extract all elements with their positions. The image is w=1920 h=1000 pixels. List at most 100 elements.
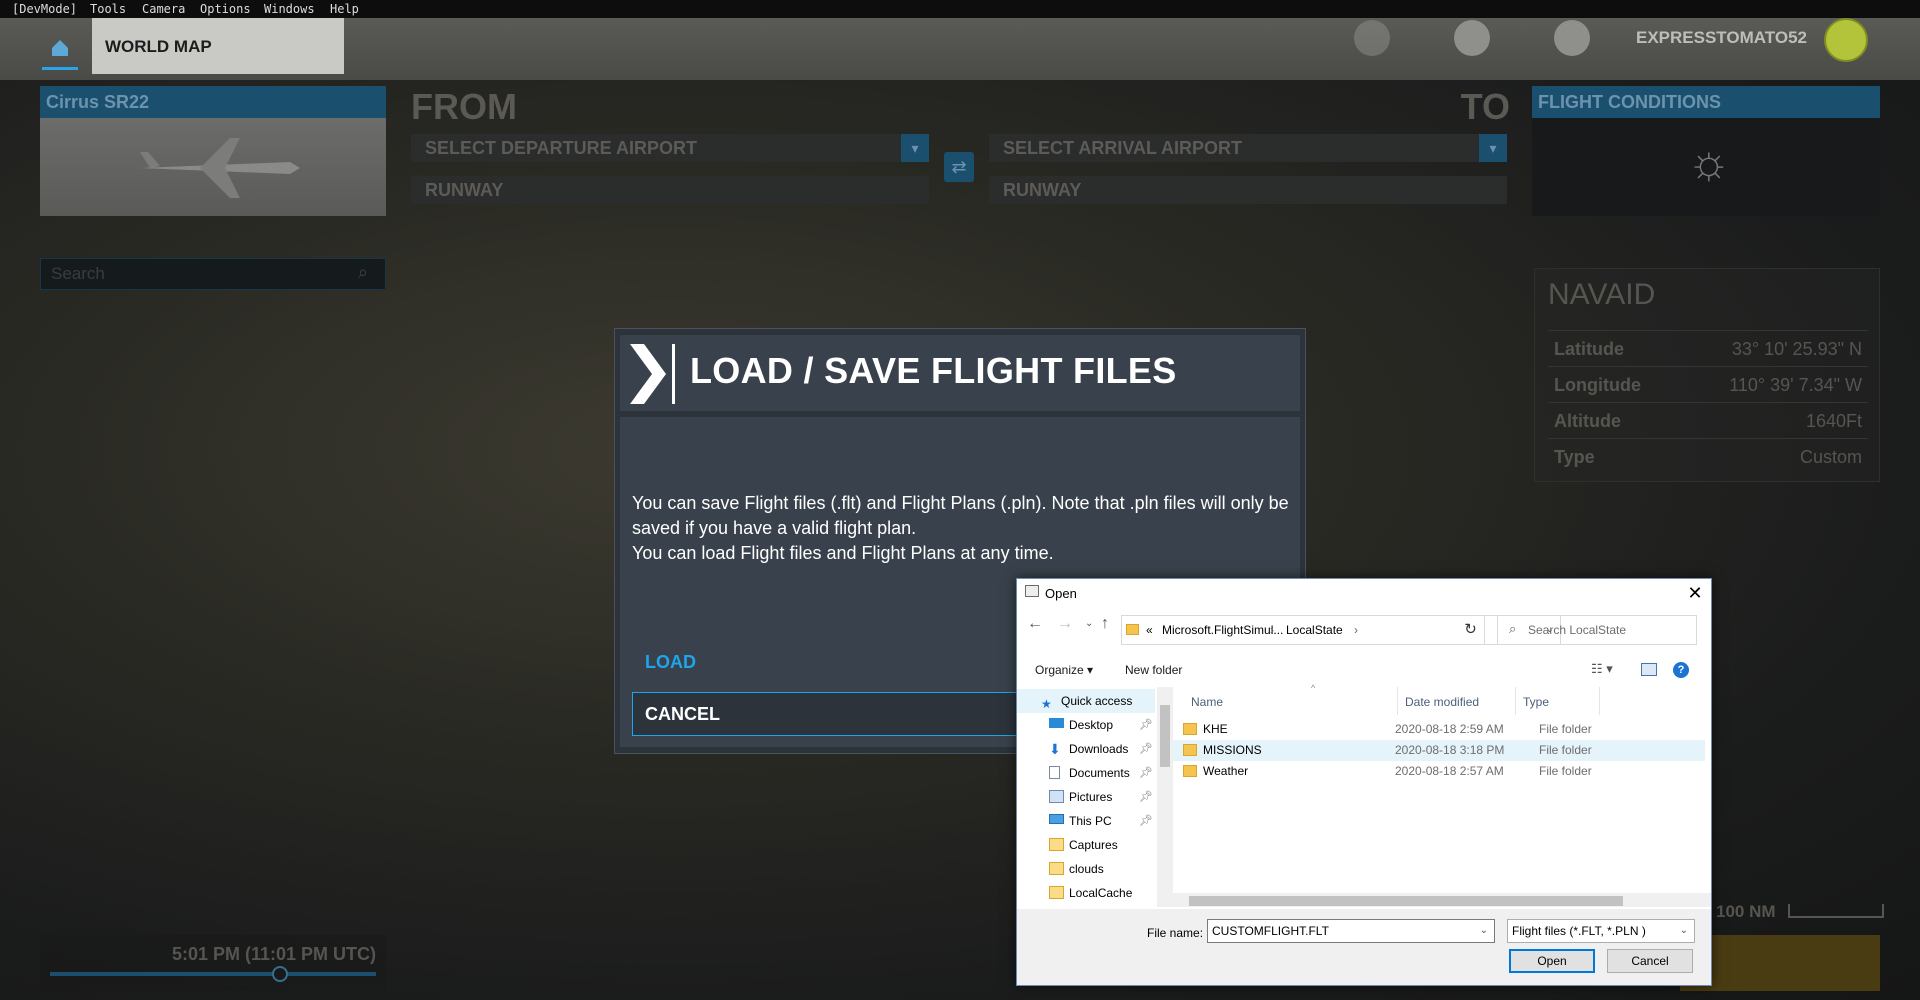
sidebar-item-label: Downloads [1069,742,1129,756]
column-header-type[interactable]: Type [1523,695,1549,709]
navigation-pane-scrollbar-thumb[interactable] [1160,705,1170,767]
file-type-select[interactable]: Flight files (*.FLT, *.PLN ) ⌄ [1507,919,1695,943]
sidebar-item-this-pc[interactable]: This PC 📌︎ [1017,809,1155,833]
pc-icon [1049,814,1064,824]
avatar[interactable] [1824,18,1868,62]
desktop-icon [1049,718,1064,728]
navaid-row: Latitude 33° 10' 25.93" N [1548,330,1868,366]
departure-dropdown-chevron-icon[interactable]: ▾ [901,134,929,162]
navaid-key: Type [1554,447,1595,467]
breadcrumb-segment[interactable]: LocalState [1286,616,1343,644]
friends-icon[interactable] [1354,20,1390,56]
devmenu-camera[interactable]: Camera [142,2,185,16]
pin-icon[interactable]: 📌︎ [1139,785,1153,809]
navaid-row: Altitude 1640Ft [1548,402,1868,438]
username[interactable]: EXPRESSTOMATO52 [1636,28,1807,48]
refresh-icon[interactable]: ↻ [1457,615,1485,645]
file-list-header: Name ^ Date modified Type [1173,683,1713,715]
sidebar-item-desktop[interactable]: Desktop 📌︎ [1017,713,1155,737]
cancel-button[interactable]: CANCEL [632,692,1032,736]
map-scale-bar [1788,904,1884,918]
breadcrumb-segment[interactable]: Microsoft.FlightSimul... [1162,616,1283,644]
file-type: File folder [1539,743,1592,757]
time-slider-thumb[interactable] [272,966,288,982]
search-localstate-input[interactable]: Search LocalState [1497,615,1697,645]
notifications-bell-icon[interactable] [1554,20,1590,56]
sidebar-item-clouds[interactable]: clouds [1017,857,1155,881]
back-arrow-icon[interactable]: ← [1027,615,1043,633]
dialog-app-icon [1025,585,1039,597]
close-icon[interactable]: ✕ [1681,581,1709,605]
file-row[interactable]: Weather 2020-08-18 2:57 AM File folder [1173,761,1705,782]
pin-icon[interactable]: 📌︎ [1139,809,1153,833]
open-button[interactable]: Open [1509,949,1595,973]
profile-icon[interactable] [1454,20,1490,56]
tab-world-map[interactable]: WORLD MAP [92,18,344,74]
navaid-value: Custom [1799,447,1862,467]
search-icon[interactable]: ⌕ [358,262,368,283]
airplane-icon [140,138,300,198]
to-label: TO [1460,86,1510,127]
departure-airport-select[interactable]: SELECT DEPARTURE AIRPORT [411,134,901,162]
folder-icon [1183,744,1197,756]
sidebar-item-pictures[interactable]: Pictures 📌︎ [1017,785,1155,809]
devmenu-options[interactable]: Options [200,2,251,16]
arrival-runway-select[interactable]: RUNWAY [989,176,1507,204]
load-button[interactable]: LOAD [645,652,696,673]
column-separator[interactable] [1397,687,1398,715]
aircraft-image [40,118,386,216]
address-bar[interactable]: « Microsoft.FlightSimul... › LocalState … [1121,615,1561,645]
column-separator[interactable] [1599,687,1600,715]
dev-menu-bar: [DevMode] Tools Camera Options Windows H… [0,0,1920,18]
devmenu-help[interactable]: Help [330,2,359,16]
dialog-cancel-button[interactable]: Cancel [1607,949,1693,973]
devmenu-devmode[interactable]: [DevMode] [12,2,77,16]
new-folder-button[interactable]: New folder [1125,663,1182,677]
file-name: MISSIONS [1203,743,1262,757]
file-row[interactable]: MISSIONS 2020-08-18 3:18 PM File folder [1173,740,1705,761]
devmenu-tools[interactable]: Tools [90,2,126,16]
devmenu-windows[interactable]: Windows [264,2,315,16]
column-header-name[interactable]: Name [1191,695,1223,709]
up-arrow-icon[interactable]: ↑ [1101,615,1109,633]
sidebar-item-localcache[interactable]: LocalCache [1017,881,1155,905]
column-header-date[interactable]: Date modified [1405,695,1479,709]
open-file-dialog: Open ✕ ← → ⌄ ↑ « Microsoft.FlightSimul..… [1016,578,1712,986]
flight-conditions-title[interactable]: FLIGHT CONDITIONS [1532,86,1880,118]
pin-icon[interactable]: 📌︎ [1139,761,1153,785]
home-button[interactable] [38,18,82,74]
chevron-down-icon[interactable]: ⌄ [1480,920,1488,942]
departure-runway-select[interactable]: RUNWAY [411,176,929,204]
home-active-underline [42,67,78,70]
file-row[interactable]: KHE 2020-08-18 2:59 AM File folder [1173,719,1705,740]
sidebar-item-captures[interactable]: Captures [1017,833,1155,857]
arrival-dropdown-chevron-icon[interactable]: ▾ [1479,134,1507,162]
sidebar-item-documents[interactable]: Documents 📌︎ [1017,761,1155,785]
sidebar-item-quick-access[interactable]: ★ Quick access [1017,689,1155,713]
pin-icon[interactable]: 📌︎ [1139,713,1153,737]
folder-icon [1183,765,1197,777]
column-separator[interactable] [1515,687,1516,715]
organize-menu[interactable]: Organize ▾ [1035,663,1093,677]
time-slider[interactable] [50,972,376,976]
pin-icon[interactable]: 📌︎ [1139,737,1153,761]
arrival-airport-select[interactable]: SELECT ARRIVAL AIRPORT [989,134,1479,162]
sort-ascending-icon: ^ [1311,683,1316,693]
forward-arrow-icon[interactable]: → [1057,615,1073,633]
search-input[interactable]: Search [40,258,386,290]
view-options-icon[interactable]: ☷ ▾ [1591,661,1613,677]
preview-pane-icon[interactable] [1641,663,1657,676]
file-list-scrollbar-thumb[interactable] [1189,896,1623,906]
swap-airports-button[interactable]: ⇄ [944,152,974,182]
time-of-day: 5:01 PM (11:01 PM UTC) [171,944,376,964]
modal-title: LOAD / SAVE FLIGHT FILES [690,350,1177,391]
help-icon[interactable]: ? [1673,662,1689,678]
navaid-key: Altitude [1554,411,1621,431]
recent-locations-chevron-icon[interactable]: ⌄ [1085,618,1093,629]
file-name-input[interactable]: CUSTOMFLIGHT.FLT ⌄ [1207,919,1495,943]
sidebar-item-downloads[interactable]: ⬇ Downloads 📌︎ [1017,737,1155,761]
folder-icon [1126,624,1139,635]
file-name: Weather [1203,764,1249,778]
file-date: 2020-08-18 2:59 AM [1395,722,1504,736]
chevron-down-icon[interactable]: ⌄ [1680,920,1688,942]
